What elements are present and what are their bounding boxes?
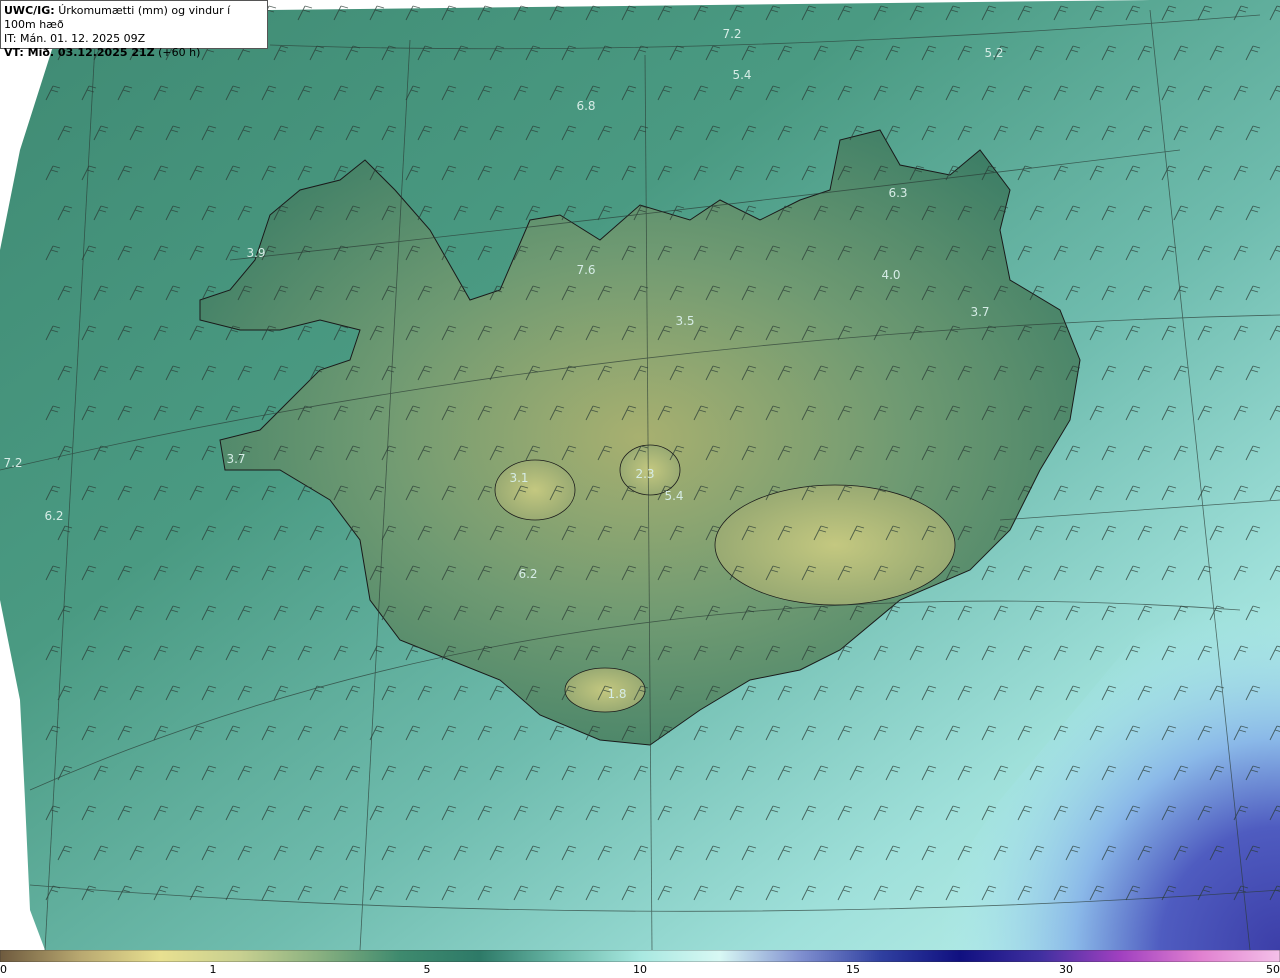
colorbar-tick-label: 10 — [633, 963, 647, 976]
map-title-box: UWC/IG: Úrkomumætti (mm) og vindur í 100… — [0, 0, 268, 59]
colorbar-tick-label: 1 — [209, 963, 217, 976]
precip-value-label: 4.0 — [881, 268, 900, 282]
precip-value-label: 3.9 — [246, 246, 265, 260]
colorbar-tick-label: 15 — [846, 963, 860, 976]
valid-time: VT: Mið. 03.12.2025 21Z (+60 h) — [4, 46, 201, 59]
precip-value-label: 5.2 — [984, 46, 1003, 60]
colorbar-gradient — [0, 950, 1280, 962]
precip-value-label: 7.6 — [576, 263, 595, 277]
colorbar: 0 1 5 10 15 30 50 — [0, 950, 1280, 978]
precip-value-label: 2.3 — [635, 467, 654, 481]
precip-value-label: 1.8 — [607, 687, 626, 701]
glacier-vatnajokull — [714, 484, 956, 606]
precip-value-label: 5.4 — [732, 68, 751, 82]
precip-value-label: 3.1 — [509, 471, 528, 485]
precip-value-label: 6.2 — [518, 567, 537, 581]
precip-value-label: 5.4 — [664, 489, 683, 503]
colorbar-tick-label: 50 — [1266, 963, 1280, 976]
precip-value-label: 6.2 — [44, 509, 63, 523]
precip-value-label: 6.3 — [888, 186, 907, 200]
precip-value-label: 3.5 — [675, 314, 694, 328]
colorbar-tick-label: 30 — [1059, 963, 1073, 976]
glacier-langjokull — [494, 459, 576, 521]
colorbar-tick-label: 5 — [423, 963, 431, 976]
map-canvas: 7.2 5.2 5.4 6.8 6.3 3.9 7.6 4.0 3.7 3.5 7.2 3.7 3.1 2… — [0, 0, 1280, 950]
precip-value-label: 3.7 — [226, 452, 245, 466]
glacier-myrdalsjokull — [564, 667, 646, 713]
precip-value-label: 3.7 — [970, 305, 989, 319]
colorbar-tick-label: 0 — [0, 963, 7, 976]
precip-value-label: 7.2 — [3, 456, 22, 470]
init-time: IT: Mán. 01. 12. 2025 09Z — [4, 32, 146, 45]
title-line: UWC/IG: Úrkomumætti (mm) og vindur í 100… — [4, 4, 231, 31]
precip-value-label: 6.8 — [576, 99, 595, 113]
map-view: 7.2 5.2 5.4 6.8 6.3 3.9 7.6 4.0 3.7 3.5 7.2 3.7 3.1 2… — [0, 0, 1280, 978]
precip-value-label: 7.2 — [722, 27, 741, 41]
